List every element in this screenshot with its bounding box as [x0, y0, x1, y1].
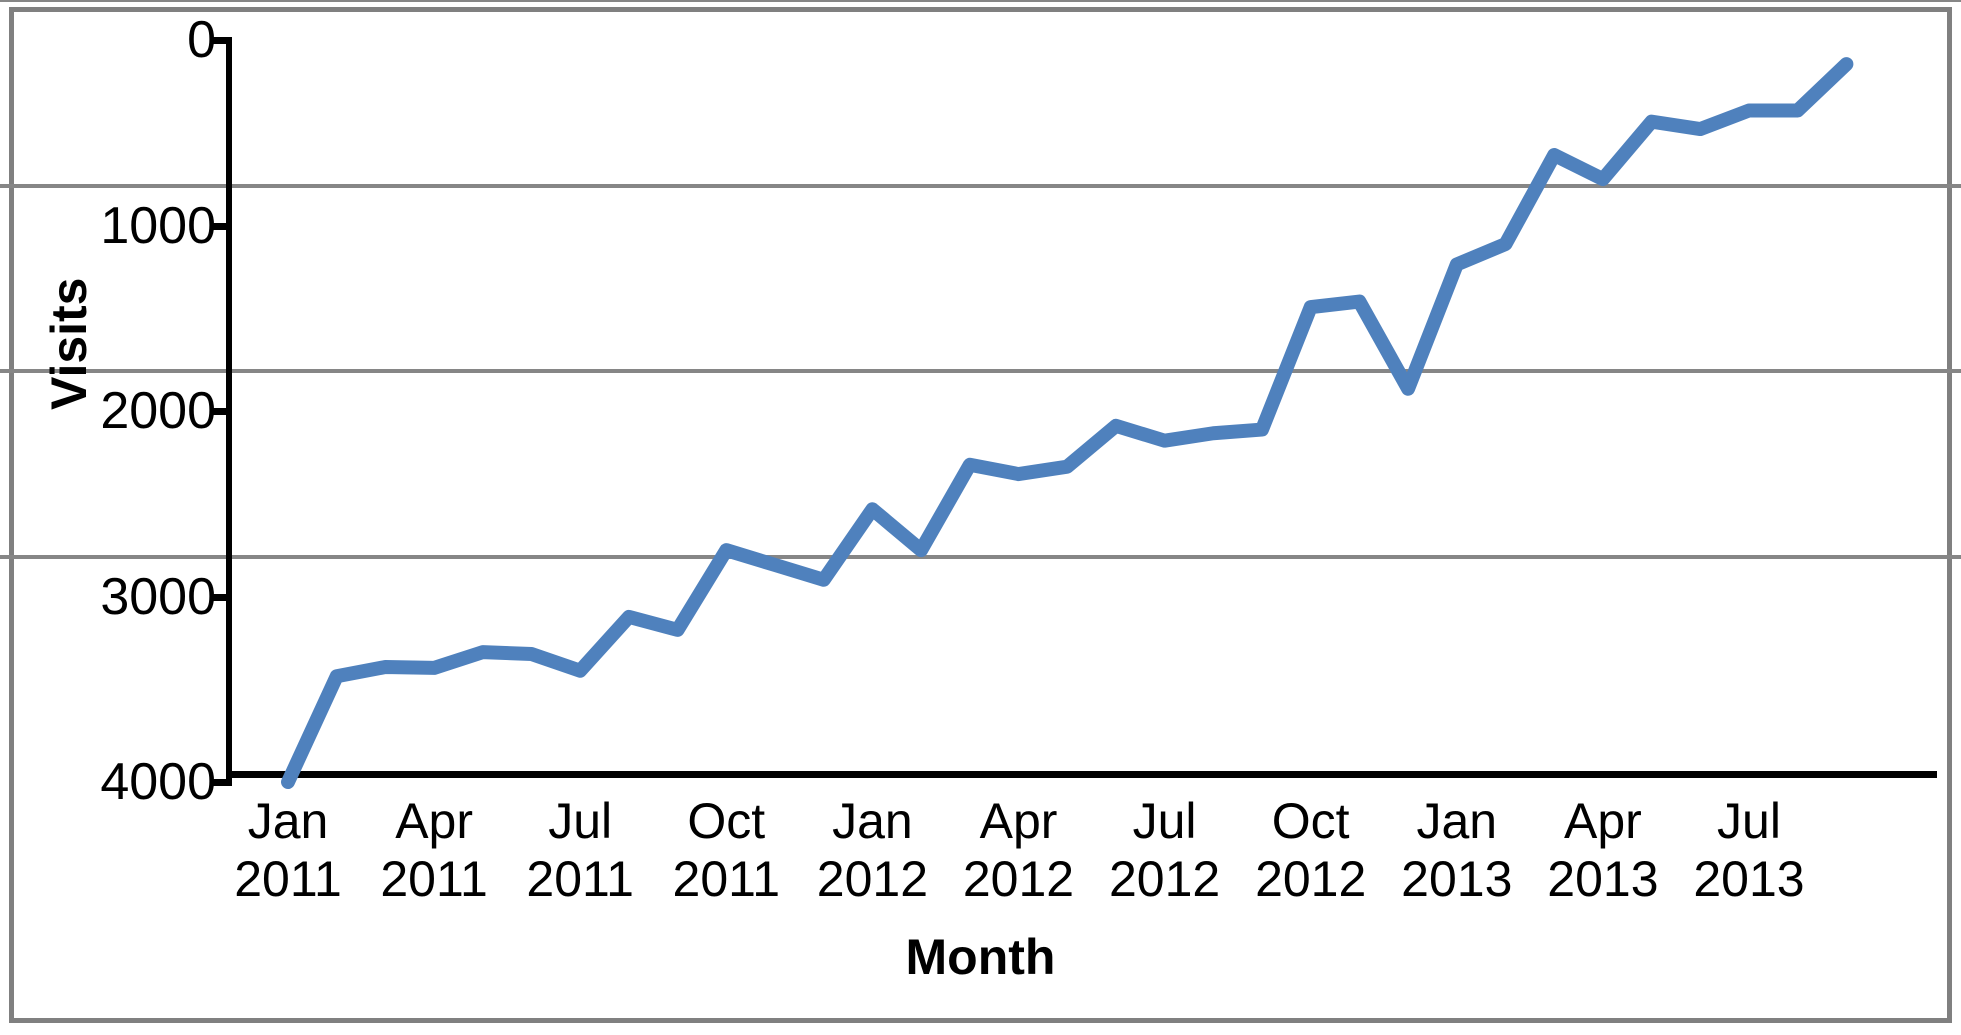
y-tick-label-4000: 4000 [100, 753, 216, 811]
y-tick-label-1000: 1000 [100, 196, 216, 255]
y-axis-title: Visits [41, 277, 97, 411]
series-polyline [281, 57, 1854, 789]
line-series-visits [281, 57, 1854, 789]
y-tick-label-0: 0 [187, 11, 216, 69]
gridline-4000 [0, 0, 1961, 2]
chart-container: 4000 3000 2000 1000 0 Visits Jan 2011 Apr 2011 J… [0, 0, 1961, 1035]
x-axis-title: Month [905, 929, 1056, 985]
x-tick-year: 2013 [1693, 851, 1805, 907]
x-tick-month: Jul [1717, 793, 1781, 849]
y-tick-label-2000: 2000 [100, 382, 216, 440]
y-tick-label-3000: 3000 [100, 567, 216, 626]
x-tick-label-Jul-2013: Jul 2013 [1659, 792, 1839, 908]
